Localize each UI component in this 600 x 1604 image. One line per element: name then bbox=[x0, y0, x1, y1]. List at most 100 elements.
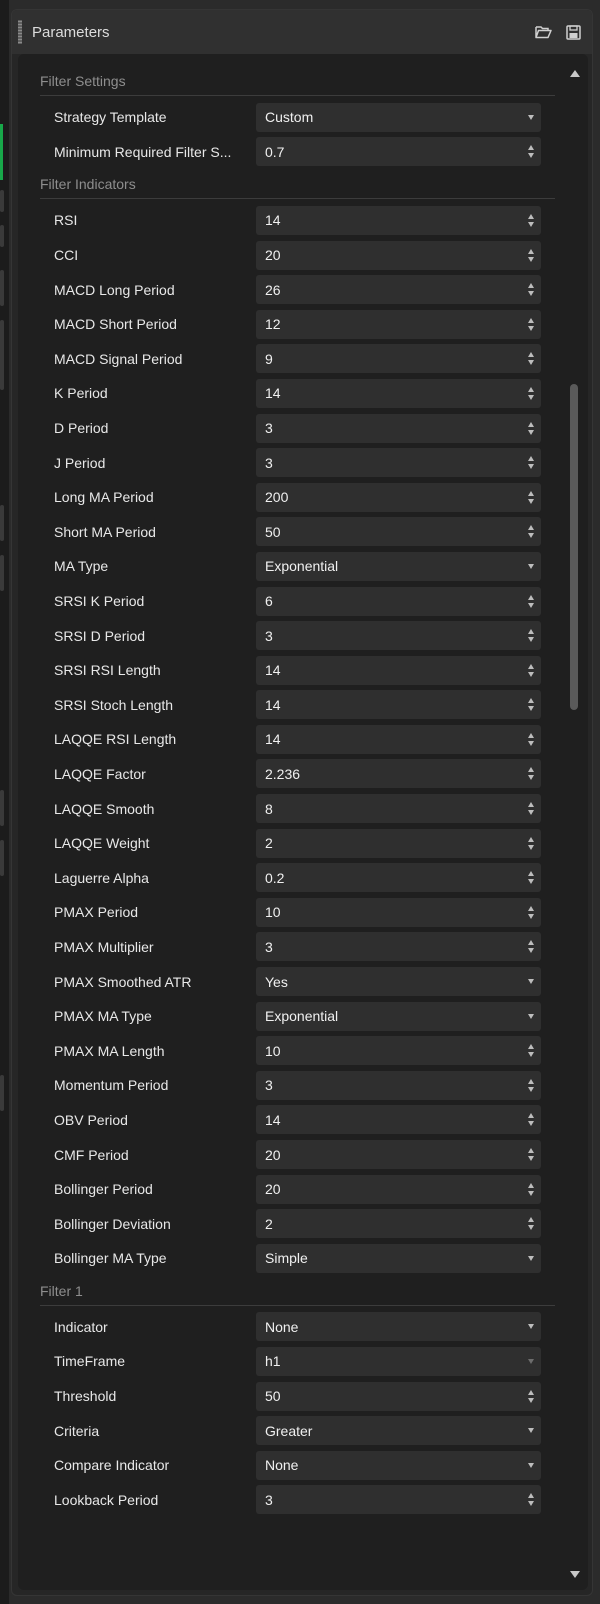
spin-up-icon[interactable] bbox=[528, 145, 534, 151]
spin-down-icon[interactable] bbox=[528, 775, 534, 781]
param-spinner[interactable]: 12 bbox=[256, 309, 541, 339]
spin-up-icon[interactable] bbox=[528, 317, 534, 323]
param-spinner[interactable]: 2 bbox=[256, 1209, 541, 1239]
spin-down-icon[interactable] bbox=[528, 879, 534, 885]
spin-up-icon[interactable] bbox=[528, 594, 534, 600]
spin-up-icon[interactable] bbox=[528, 767, 534, 773]
dropdown-arrow-icon[interactable] bbox=[521, 563, 541, 569]
spin-up-icon[interactable] bbox=[528, 663, 534, 669]
spin-up-icon[interactable] bbox=[528, 1182, 534, 1188]
spin-down-icon[interactable] bbox=[528, 810, 534, 816]
dropdown-arrow-icon[interactable] bbox=[521, 1462, 541, 1468]
spin-down-icon[interactable] bbox=[528, 221, 534, 227]
spin-up-icon[interactable] bbox=[528, 629, 534, 635]
param-spinner[interactable]: 14 bbox=[256, 1105, 541, 1135]
param-spinner[interactable]: 0.2 bbox=[256, 863, 541, 893]
param-spinner[interactable]: 20 bbox=[256, 240, 541, 270]
spin-down-icon[interactable] bbox=[528, 913, 534, 919]
spin-down-icon[interactable] bbox=[528, 1156, 534, 1162]
scroll-up-arrow-icon[interactable] bbox=[570, 70, 580, 77]
spin-down-icon[interactable] bbox=[528, 291, 534, 297]
param-spinner[interactable]: 3 bbox=[256, 1070, 541, 1100]
param-spinner[interactable]: 3 bbox=[256, 448, 541, 478]
spin-up-icon[interactable] bbox=[528, 732, 534, 738]
spin-up-icon[interactable] bbox=[528, 1389, 534, 1395]
spin-down-icon[interactable] bbox=[528, 1190, 534, 1196]
spinner-arrows-icon[interactable] bbox=[521, 1144, 541, 1166]
param-spinner[interactable]: 14 bbox=[256, 690, 541, 720]
param-spinner[interactable]: 26 bbox=[256, 275, 541, 305]
spin-up-icon[interactable] bbox=[528, 1113, 534, 1119]
spin-up-icon[interactable] bbox=[528, 1148, 534, 1154]
param-spinner[interactable]: 0.7 bbox=[256, 137, 541, 167]
spin-down-icon[interactable] bbox=[528, 498, 534, 504]
dropdown-arrow-icon[interactable] bbox=[521, 1013, 541, 1019]
param-spinner[interactable]: 9 bbox=[256, 344, 541, 374]
param-spinner[interactable]: 2.236 bbox=[256, 759, 541, 789]
param-dropdown[interactable]: Custom bbox=[256, 102, 541, 132]
param-spinner[interactable]: 3 bbox=[256, 621, 541, 651]
spin-up-icon[interactable] bbox=[528, 456, 534, 462]
spin-down-icon[interactable] bbox=[528, 325, 534, 331]
spinner-arrows-icon[interactable] bbox=[521, 590, 541, 612]
param-dropdown[interactable]: h1 bbox=[256, 1346, 541, 1376]
spinner-arrows-icon[interactable] bbox=[521, 1040, 541, 1062]
spin-down-icon[interactable] bbox=[528, 1052, 534, 1058]
spinner-arrows-icon[interactable] bbox=[521, 832, 541, 854]
param-dropdown[interactable]: Simple bbox=[256, 1243, 541, 1273]
spin-down-icon[interactable] bbox=[528, 1225, 534, 1231]
param-spinner[interactable]: 3 bbox=[256, 932, 541, 962]
spin-up-icon[interactable] bbox=[528, 421, 534, 427]
spin-down-icon[interactable] bbox=[528, 637, 534, 643]
spinner-arrows-icon[interactable] bbox=[521, 209, 541, 231]
param-spinner[interactable]: 3 bbox=[256, 1485, 541, 1515]
spin-up-icon[interactable] bbox=[528, 283, 534, 289]
param-spinner[interactable]: 20 bbox=[256, 1140, 541, 1170]
param-dropdown[interactable]: Exponential bbox=[256, 1001, 541, 1031]
param-spinner[interactable]: 200 bbox=[256, 482, 541, 512]
param-spinner[interactable]: 50 bbox=[256, 1381, 541, 1411]
param-dropdown[interactable]: None bbox=[256, 1312, 541, 1342]
spin-down-icon[interactable] bbox=[528, 429, 534, 435]
spinner-arrows-icon[interactable] bbox=[521, 659, 541, 681]
spin-down-icon[interactable] bbox=[528, 671, 534, 677]
spin-up-icon[interactable] bbox=[528, 490, 534, 496]
spin-up-icon[interactable] bbox=[528, 1217, 534, 1223]
spinner-arrows-icon[interactable] bbox=[521, 1074, 541, 1096]
param-spinner[interactable]: 14 bbox=[256, 655, 541, 685]
dropdown-arrow-icon[interactable] bbox=[521, 1358, 541, 1364]
spinner-arrows-icon[interactable] bbox=[521, 279, 541, 301]
spin-up-icon[interactable] bbox=[528, 386, 534, 392]
spinner-arrows-icon[interactable] bbox=[521, 694, 541, 716]
param-spinner[interactable]: 14 bbox=[256, 205, 541, 235]
param-spinner[interactable]: 8 bbox=[256, 794, 541, 824]
spin-up-icon[interactable] bbox=[528, 905, 534, 911]
spinner-arrows-icon[interactable] bbox=[521, 763, 541, 785]
spinner-arrows-icon[interactable] bbox=[521, 867, 541, 889]
spinner-arrows-icon[interactable] bbox=[521, 936, 541, 958]
spinner-arrows-icon[interactable] bbox=[521, 417, 541, 439]
spin-up-icon[interactable] bbox=[528, 1078, 534, 1084]
spinner-arrows-icon[interactable] bbox=[521, 382, 541, 404]
spinner-arrows-icon[interactable] bbox=[521, 1109, 541, 1131]
spin-down-icon[interactable] bbox=[528, 464, 534, 470]
spin-up-icon[interactable] bbox=[528, 352, 534, 358]
spinner-arrows-icon[interactable] bbox=[521, 348, 541, 370]
spinner-arrows-icon[interactable] bbox=[521, 141, 541, 163]
dropdown-arrow-icon[interactable] bbox=[521, 1324, 541, 1330]
spin-up-icon[interactable] bbox=[528, 698, 534, 704]
dropdown-arrow-icon[interactable] bbox=[521, 114, 541, 120]
param-spinner[interactable]: 2 bbox=[256, 828, 541, 858]
param-spinner[interactable]: 10 bbox=[256, 1036, 541, 1066]
spin-down-icon[interactable] bbox=[528, 740, 534, 746]
spin-down-icon[interactable] bbox=[528, 533, 534, 539]
spinner-arrows-icon[interactable] bbox=[521, 313, 541, 335]
spin-up-icon[interactable] bbox=[528, 1493, 534, 1499]
spinner-arrows-icon[interactable] bbox=[521, 901, 541, 923]
spinner-arrows-icon[interactable] bbox=[521, 625, 541, 647]
param-spinner[interactable]: 3 bbox=[256, 413, 541, 443]
spin-up-icon[interactable] bbox=[528, 940, 534, 946]
spin-up-icon[interactable] bbox=[528, 248, 534, 254]
param-spinner[interactable]: 14 bbox=[256, 378, 541, 408]
param-spinner[interactable]: 14 bbox=[256, 724, 541, 754]
